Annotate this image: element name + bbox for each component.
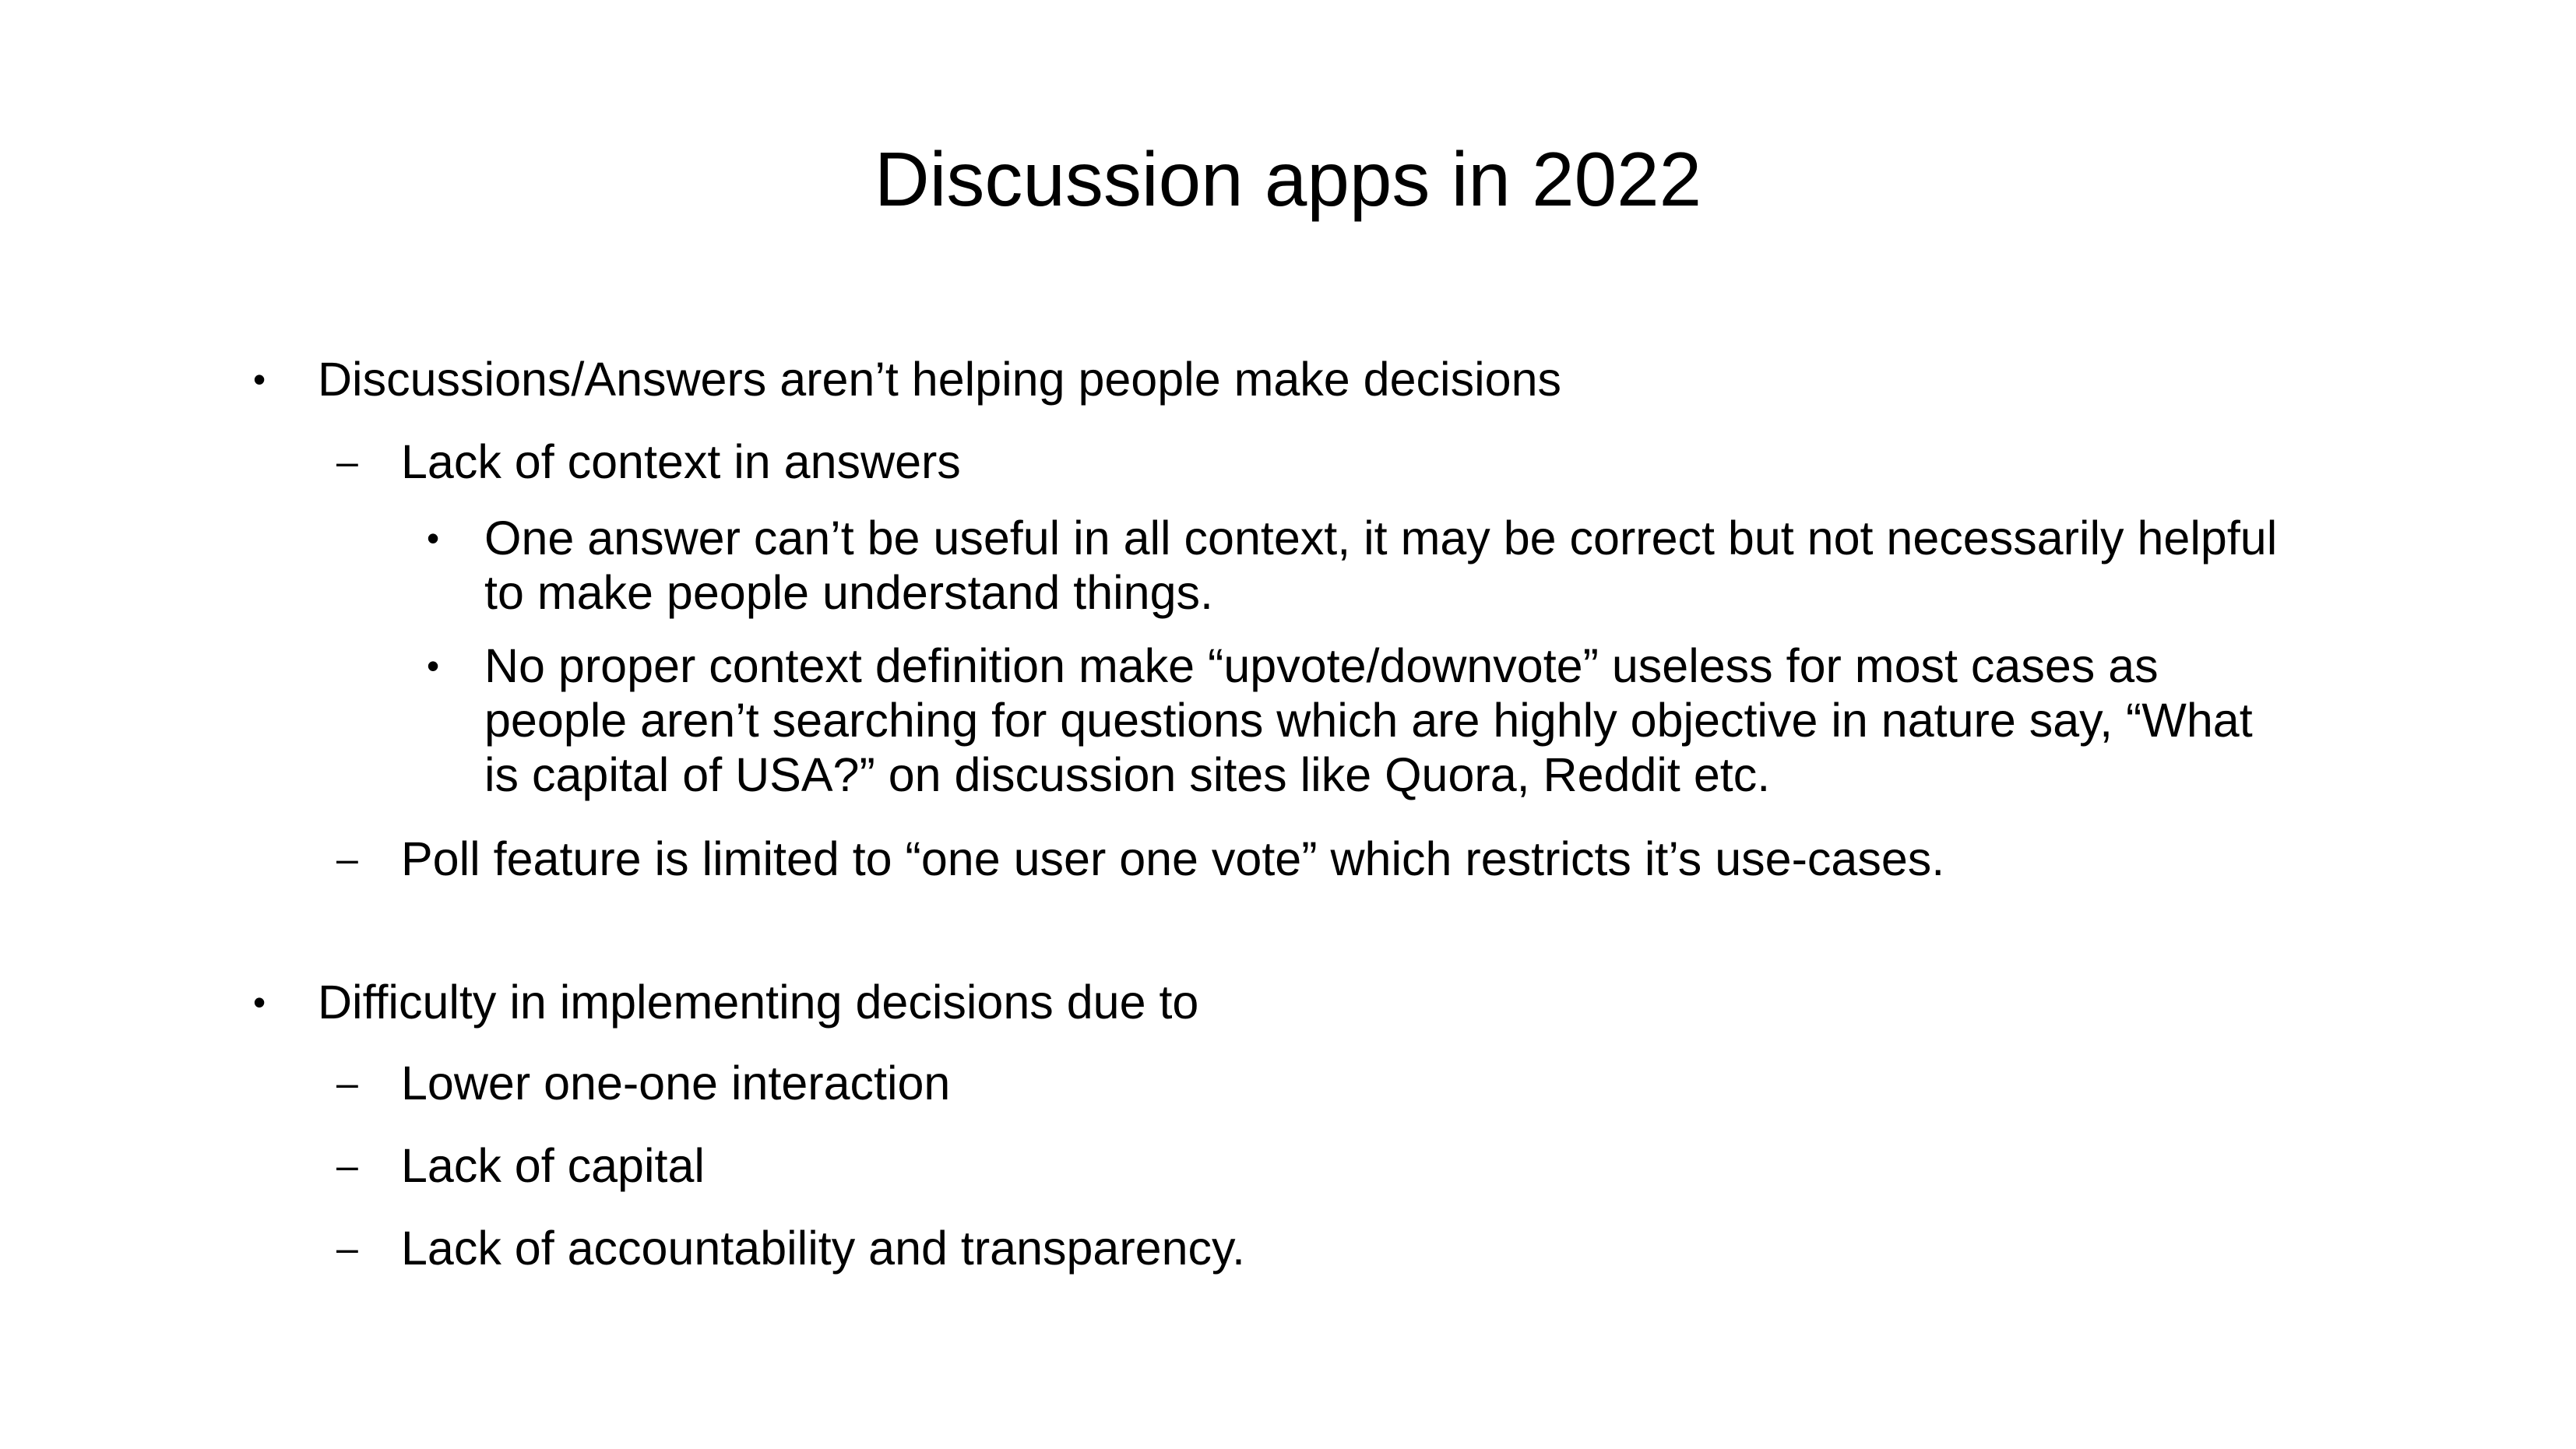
bullet-icon: • [253,359,266,399]
dash-icon: – [336,440,358,484]
sub-item-lack-accountability: Lack of accountability and transparency. [401,1222,1245,1275]
text-line: One answer can’t be useful in all contex… [484,512,2278,564]
slide-title: Discussion apps in 2022 [874,136,1702,222]
bullet-icon: • [253,982,266,1022]
dash-icon: – [336,1144,358,1187]
sub-item-lack-capital: Lack of capital [401,1139,705,1192]
text-line: to make people understand things. [484,566,1213,619]
sub-sub-item-no-context: No proper context definition make “upvot… [484,638,2253,802]
slide: Discussion apps in 2022 • Discussions/An… [0,0,2576,1449]
dash-icon: – [336,837,358,881]
dash-icon: – [336,1061,358,1105]
bullet-item-difficulty: Difficulty in implementing decisions due… [318,976,1199,1029]
sub-item-poll-feature: Poll feature is limited to “one user one… [401,832,1945,885]
dash-icon: – [336,1226,358,1270]
bullet-icon: • [427,518,440,558]
text-line: people aren’t searching for questions wh… [484,694,2253,747]
text-line: No proper context definition make “upvot… [484,639,2159,692]
sub-item-lack-context: Lack of context in answers [401,435,961,488]
sub-item-lower-interaction: Lower one-one interaction [401,1057,951,1110]
bullet-icon: • [427,645,440,686]
bullet-item-discussions: Discussions/Answers aren’t helping peopl… [318,353,1561,406]
sub-sub-item-one-answer: One answer can’t be useful in all contex… [484,511,2277,620]
text-line: is capital of USA?” on discussion sites … [484,748,1771,801]
